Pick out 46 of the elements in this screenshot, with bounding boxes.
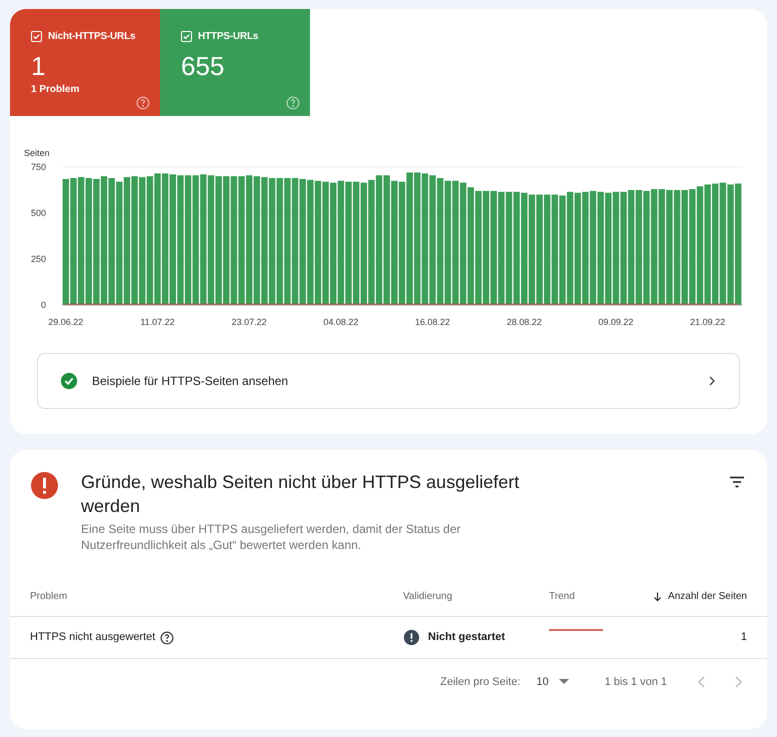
summary-tile[interactable]: Nicht-HTTPS-URLs 1 1 Problem (10, 9, 160, 116)
rows-per-page-label: Zeilen pro Seite: (440, 674, 520, 690)
pagination-range: 1 bis 1 von 1 (604, 674, 667, 690)
exclamation-icon (403, 629, 420, 646)
error-icon (30, 471, 59, 500)
tile-value: 1 (31, 50, 46, 82)
section-title: Gründe, weshalb Seiten nicht über HTTPS ausgeliefert werden (81, 471, 520, 518)
section-description: Eine Seite muss über HTTPS ausgeliefert werden, damit der Status der Nutzerfreundlichkeit als „Gut“ bewertet werden kann. (81, 521, 462, 553)
column-header: Validierung (403, 590, 454, 604)
check-circle-icon (60, 372, 78, 390)
chevron-right-icon (707, 376, 717, 386)
x-tick-label: 29.06.22 (48, 317, 84, 325)
x-tick-label: 11.07.22 (140, 317, 175, 325)
column-header-label: Anzahl der Seiten (668, 590, 747, 604)
y-tick-label: 0 (40, 300, 46, 310)
axis-title: Seiten (24, 148, 50, 158)
caret-icon (558, 679, 569, 685)
y-tick-label: 750 (30, 162, 46, 172)
checkbox[interactable] (31, 31, 42, 42)
x-tick-label: 04.08.22 (323, 317, 358, 325)
tile-subtitle: 1 Problem (31, 83, 80, 97)
tile-value: 655 (181, 50, 226, 82)
tile-label: HTTPS-URLs (198, 30, 258, 44)
filter-icon[interactable] (729, 476, 745, 488)
column-header[interactable]: Anzahl der Seiten (609, 589, 747, 604)
help-icon[interactable] (160, 630, 174, 644)
y-tick-label: 250 (30, 254, 46, 264)
table-cell-text: Nicht gestartet (428, 630, 506, 646)
x-tick-label: 21.09.22 (690, 317, 726, 325)
x-tick-label: 23.07.22 (232, 317, 267, 325)
x-tick-label: 28.08.22 (506, 317, 542, 325)
column-header: Trend (549, 590, 576, 604)
table-row[interactable]: HTTPS nicht ausgewertet Nicht gestartet 1 (10, 617, 767, 659)
rows-per-page-select[interactable]: 10 (536, 674, 569, 690)
checkbox[interactable] (181, 31, 192, 42)
y-tick-label: 500 (30, 208, 46, 218)
table-cell-text: HTTPS nicht ausgewertet (30, 630, 156, 646)
table-cell-text: 1 (740, 630, 747, 646)
arrow-down-icon (653, 592, 662, 602)
chevron-left-icon[interactable] (697, 676, 707, 688)
examples-link[interactable]: Beispiele für HTTPS-Seiten ansehen (37, 353, 740, 409)
x-tick-label: 09.09.22 (598, 317, 634, 325)
x-tick-label: 16.08.22 (415, 317, 450, 325)
tile-label: Nicht-HTTPS-URLs (48, 30, 136, 44)
chevron-right-icon[interactable] (733, 676, 743, 688)
column-header: Problem (30, 590, 68, 604)
